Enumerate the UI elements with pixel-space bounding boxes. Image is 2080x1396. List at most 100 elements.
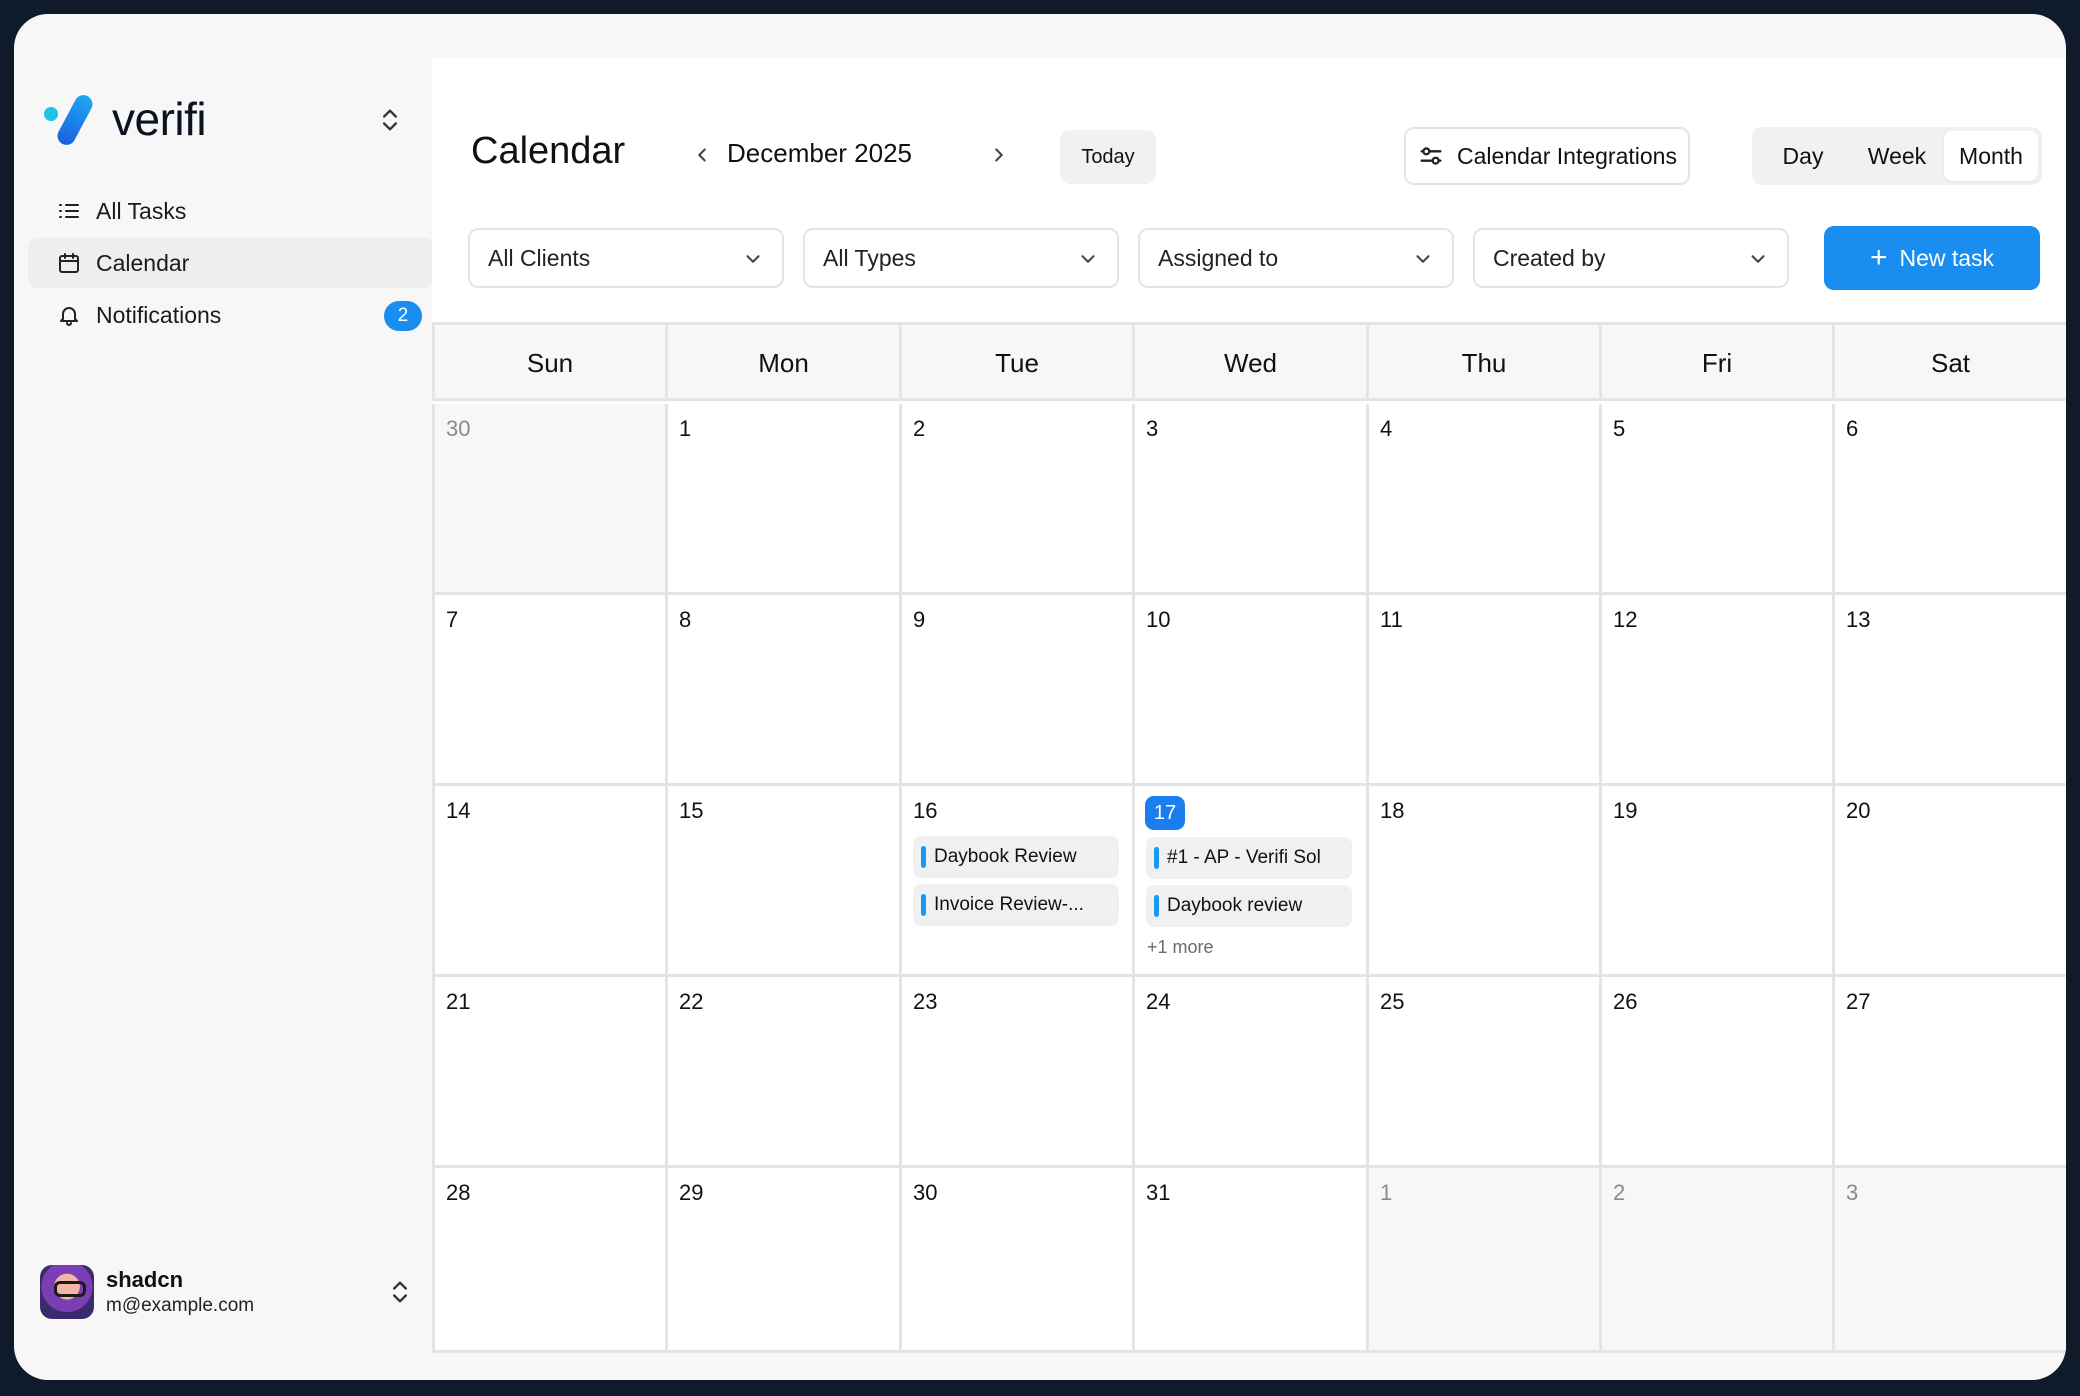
created-by-filter-select[interactable]: Created by [1473, 228, 1789, 288]
app-window: verifi All Tasks Calendar Notifications … [14, 14, 2066, 1380]
day-number: 16 [913, 798, 938, 823]
day-number: 4 [1380, 416, 1393, 441]
view-month-button[interactable]: Month [1944, 131, 2038, 181]
avatar [40, 1265, 94, 1319]
main-content: Calendar December 2025 Today Calendar In… [432, 58, 2066, 1353]
day-cell[interactable]: 24 [1132, 977, 1366, 1168]
sidebar-item-all-tasks[interactable]: All Tasks [28, 186, 434, 236]
day-cell[interactable]: 26 [1599, 977, 1832, 1168]
day-cell[interactable]: 9 [899, 595, 1132, 786]
assigned-to-filter-select[interactable]: Assigned to [1138, 228, 1454, 288]
weekday-header-row: Sun Mon Tue Wed Thu Fri Sat [432, 325, 2066, 401]
day-number: 29 [679, 1180, 704, 1205]
view-week-button[interactable]: Week [1850, 131, 1944, 181]
day-cell[interactable]: 27 [1832, 977, 2066, 1168]
day-cell[interactable]: 17 #1 - AP - Verifi Sol Daybook review +1 m… [1132, 786, 1366, 977]
chevrons-up-down-icon[interactable] [386, 1278, 414, 1306]
weekday-header: Mon [665, 325, 899, 401]
day-number: 14 [446, 798, 471, 823]
day-number: 30 [446, 416, 471, 441]
day-cell[interactable]: 2 [1599, 1168, 1832, 1353]
prev-month-button[interactable] [685, 138, 719, 172]
more-events-link[interactable]: +1 more [1147, 937, 1214, 958]
day-cell[interactable]: 23 [899, 977, 1132, 1168]
day-number: 5 [1613, 416, 1626, 441]
weekday-header: Wed [1132, 325, 1366, 401]
day-cell[interactable]: 29 [665, 1168, 899, 1353]
calendar-event[interactable]: #1 - AP - Verifi Sol [1146, 837, 1352, 879]
day-cell[interactable]: 25 [1366, 977, 1599, 1168]
clients-filter-select[interactable]: All Clients [468, 228, 784, 288]
chevron-down-icon [1081, 255, 1095, 263]
next-month-button[interactable] [982, 138, 1016, 172]
day-number: 24 [1146, 989, 1171, 1014]
day-cell[interactable]: 3 [1132, 404, 1366, 595]
sidebar-item-calendar[interactable]: Calendar [28, 238, 434, 288]
chevron-left-icon [698, 148, 706, 162]
day-cell[interactable]: 18 [1366, 786, 1599, 977]
day-cell[interactable]: 20 [1832, 786, 2066, 977]
day-cell[interactable]: 13 [1832, 595, 2066, 786]
event-color-bar [921, 846, 926, 868]
calendar-event[interactable]: Daybook review [1146, 885, 1352, 927]
day-number: 3 [1146, 416, 1159, 441]
day-number: 22 [679, 989, 704, 1014]
day-cell[interactable]: 14 [432, 786, 665, 977]
sidebar-item-notifications[interactable]: Notifications 2 [28, 290, 434, 340]
sidebar-item-label: Calendar [96, 249, 190, 276]
view-day-button[interactable]: Day [1756, 131, 1850, 181]
calendar-integrations-button[interactable]: Calendar Integrations [1404, 127, 1690, 185]
day-cell[interactable]: 3 [1832, 1168, 2066, 1353]
today-button[interactable]: Today [1060, 130, 1156, 184]
user-email: m@example.com [106, 1295, 255, 1316]
event-title: Invoice Review-... [934, 894, 1084, 915]
day-cell[interactable]: 28 [432, 1168, 665, 1353]
chevron-right-icon [995, 148, 1003, 162]
chevrons-up-down-icon[interactable] [376, 106, 404, 134]
day-cell[interactable]: 15 [665, 786, 899, 977]
chevron-down-icon [1416, 255, 1430, 263]
day-cell[interactable]: 31 [1132, 1168, 1366, 1353]
weekday-header: Sun [432, 325, 665, 401]
day-number: 11 [1380, 607, 1403, 632]
chevron-down-icon [1751, 255, 1765, 263]
day-cell[interactable]: 30 [432, 404, 665, 595]
event-title: Daybook Review [934, 846, 1077, 867]
calendar-icon [56, 250, 82, 276]
day-cell[interactable]: 22 [665, 977, 899, 1168]
day-cell[interactable]: 1 [1366, 1168, 1599, 1353]
event-color-bar [921, 894, 926, 916]
event-title: Daybook review [1167, 895, 1303, 916]
day-cell[interactable]: 30 [899, 1168, 1132, 1353]
user-menu[interactable]: shadcn m@example.com [40, 1260, 430, 1324]
chevron-down-icon [746, 255, 760, 263]
day-cell[interactable]: 12 [1599, 595, 1832, 786]
day-number: 2 [913, 416, 926, 441]
brand[interactable]: verifi [44, 84, 424, 154]
sidebar-item-label: All Tasks [96, 197, 187, 224]
day-cell[interactable]: 7 [432, 595, 665, 786]
day-cell[interactable]: 8 [665, 595, 899, 786]
today-date-badge: 17 [1145, 796, 1185, 830]
day-number: 3 [1846, 1180, 1859, 1205]
types-filter-select[interactable]: All Types [803, 228, 1119, 288]
day-cell[interactable]: 10 [1132, 595, 1366, 786]
month-calendar-grid: Sun Mon Tue Wed Thu Fri Sat 30 1 2 3 4 5 6 7 8 9 10 11 12 1… [432, 322, 2066, 1353]
day-cell[interactable]: 1 [665, 404, 899, 595]
select-value: Created by [1493, 244, 1606, 271]
day-cell[interactable]: 4 [1366, 404, 1599, 595]
day-cell[interactable]: 5 [1599, 404, 1832, 595]
day-number: 19 [1613, 798, 1638, 823]
day-cell[interactable]: 21 [432, 977, 665, 1168]
day-cell[interactable]: 6 [1832, 404, 2066, 595]
select-value: All Clients [488, 244, 591, 271]
day-cell[interactable]: 11 [1366, 595, 1599, 786]
day-number: 20 [1846, 798, 1871, 823]
day-cell[interactable]: 2 [899, 404, 1132, 595]
day-cell[interactable]: 16 Daybook Review Invoice Review-... [899, 786, 1132, 977]
day-cell[interactable]: 19 [1599, 786, 1832, 977]
day-number: 28 [446, 1180, 471, 1205]
calendar-event[interactable]: Daybook Review [913, 836, 1119, 878]
calendar-event[interactable]: Invoice Review-... [913, 884, 1119, 926]
new-task-button[interactable]: + New task [1824, 226, 2040, 290]
